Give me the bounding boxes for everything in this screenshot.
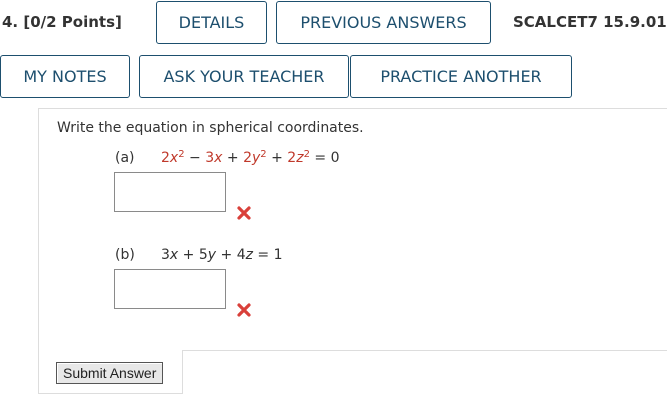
question-header: 4. [0/2 Points] DETAILS PREVIOUS ANSWERS…: [0, 0, 667, 46]
content-border-bottom: [38, 393, 183, 394]
part-a-answer-input[interactable]: [114, 172, 226, 212]
question-page: 4. [0/2 Points] DETAILS PREVIOUS ANSWERS…: [0, 0, 667, 396]
question-number-points: 4. [0/2 Points]: [2, 13, 122, 31]
my-notes-button[interactable]: MY NOTES: [0, 55, 130, 98]
x-mark-icon: [237, 206, 251, 220]
details-button[interactable]: DETAILS: [156, 1, 267, 44]
content-border-left: [38, 108, 39, 394]
previous-answers-button[interactable]: PREVIOUS ANSWERS: [276, 1, 491, 44]
submit-answer-button[interactable]: Submit Answer: [56, 362, 164, 384]
content-border-top: [38, 108, 667, 109]
part-b-label: (b): [115, 247, 135, 263]
x-mark-icon: [237, 303, 251, 317]
part-b-answer-input[interactable]: [114, 269, 226, 309]
textbook-reference: SCALCET7 15.9.01: [513, 13, 667, 31]
submit-divider-horizontal: [182, 350, 667, 351]
question-instructions: Write the equation in spherical coordina…: [57, 120, 364, 136]
part-a-equation: 2x2 − 3x + 2y2 + 2z2 = 0: [161, 149, 340, 167]
practice-another-button[interactable]: PRACTICE ANOTHER: [350, 55, 572, 98]
part-a-label: (a): [115, 150, 135, 166]
ask-your-teacher-button[interactable]: ASK YOUR TEACHER: [139, 55, 349, 98]
part-b-equation: 3x + 5y + 4z = 1: [161, 247, 283, 263]
submit-divider-vertical: [182, 350, 183, 394]
